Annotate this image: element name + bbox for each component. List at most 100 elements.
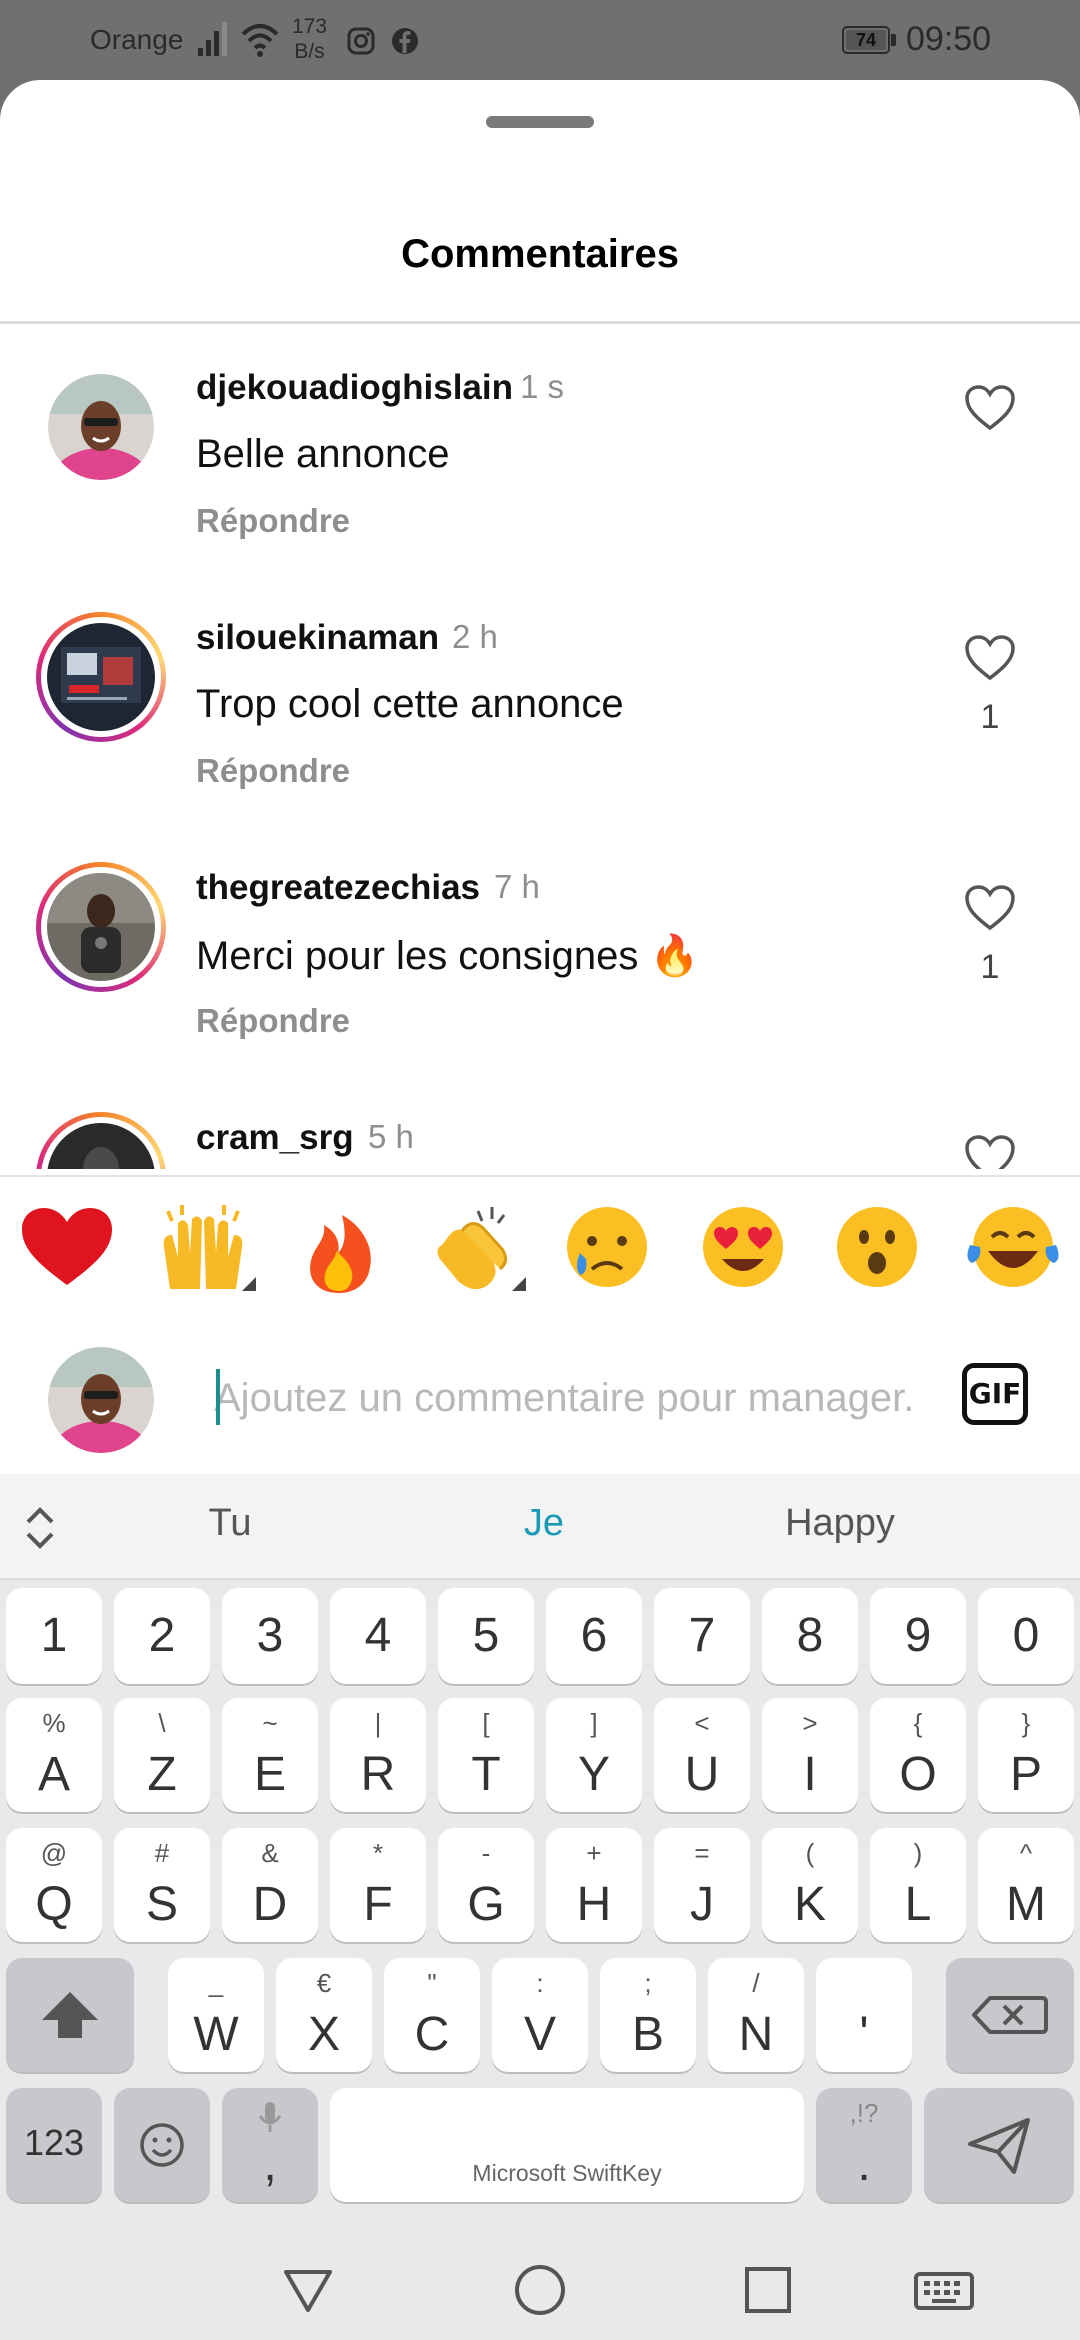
key-k[interactable]: (K (762, 1828, 858, 1942)
suggestion-2[interactable]: Je (424, 1502, 664, 1545)
keyboard-hide-icon[interactable] (912, 2260, 976, 2320)
key-6[interactable]: 6 (546, 1588, 642, 1684)
send-key[interactable] (924, 2088, 1074, 2202)
expand-toolbar-icon[interactable] (20, 1504, 60, 1552)
key-x[interactable]: € X (276, 1958, 372, 2072)
heart-eyes-emoji-icon[interactable] (688, 1197, 798, 1297)
heart-icon[interactable] (964, 634, 1016, 682)
comment-time: 2 h (452, 618, 498, 655)
key-y[interactable]: ] Y (546, 1698, 642, 1812)
key-j[interactable]: = J (654, 1828, 750, 1942)
key-h[interactable]: + H (546, 1828, 642, 1942)
comment-text: Belle annonce (196, 432, 450, 476)
drag-handle[interactable] (486, 116, 594, 128)
key-m[interactable]: ^ M (978, 1828, 1074, 1942)
tears-of-joy-emoji-icon[interactable] (958, 1197, 1068, 1297)
comment-list[interactable]: djekouadioghislain 1 s Belle annonce Rép… (0, 324, 1080, 1169)
facebook-icon (392, 28, 418, 54)
key-l[interactable]: ) L (870, 1828, 966, 1942)
comment-time: 7 h (494, 868, 540, 905)
key-r[interactable]: | R (330, 1698, 426, 1812)
comment-username[interactable]: cram_srg (196, 1118, 354, 1158)
key-d[interactable]: & D (222, 1828, 318, 1942)
key-w[interactable]: _ W (168, 1958, 264, 2072)
space-key[interactable]: Microsoft SwiftKey (330, 2088, 804, 2202)
key-n[interactable]: / N (708, 1958, 804, 2072)
sheet-title: Commentaires (401, 232, 679, 276)
comment-input[interactable] (214, 1367, 914, 1429)
key-2[interactable]: 2 (114, 1588, 210, 1684)
current-user-avatar (48, 1347, 154, 1453)
key-1[interactable]: 1 (6, 1588, 102, 1684)
raising-hands-emoji-icon[interactable] (148, 1197, 258, 1297)
key-t[interactable]: [T (438, 1698, 534, 1812)
key-0[interactable]: 0 (978, 1588, 1074, 1684)
key-z[interactable]: \ Z (114, 1698, 210, 1812)
comment-item: djekouadioghislain 1 s Belle annonce Rép… (0, 324, 1080, 574)
key-c[interactable]: " C (384, 1958, 480, 2072)
key-s[interactable]: # S (114, 1828, 210, 1942)
avatar[interactable] (36, 612, 166, 742)
reply-button[interactable]: Répondre (196, 502, 350, 540)
suggestion-3[interactable]: Happy (720, 1502, 960, 1545)
period-key[interactable]: ,!? . (816, 2088, 912, 2202)
emoji-quick-bar (0, 1175, 1080, 1321)
network-speed: 173 B/s (292, 15, 328, 63)
key-p[interactable]: } P (978, 1698, 1074, 1812)
key-u[interactable]: < U (654, 1698, 750, 1812)
wifi-icon (241, 24, 279, 57)
key-8[interactable]: 8 (762, 1588, 858, 1684)
instagram-icon (347, 27, 375, 55)
comment-item: cram_srg 5 h (0, 1074, 1080, 1169)
signal-icon (198, 22, 227, 56)
key-o[interactable]: {O (870, 1698, 966, 1812)
heart-icon[interactable] (964, 884, 1016, 932)
key-apostrophe[interactable]: ' (816, 1958, 912, 2072)
key-i[interactable]: > I (762, 1698, 858, 1812)
key-7[interactable]: 7 (654, 1588, 750, 1684)
suggestion-1[interactable]: Tu (110, 1502, 350, 1545)
emoji-key[interactable] (114, 2088, 210, 2202)
comment-item: silouekinaman 2 h Trop cool cette annonc… (0, 574, 1080, 824)
key-q[interactable]: @ Q (6, 1828, 102, 1942)
reply-button[interactable]: Répondre (196, 1002, 350, 1040)
crying-face-emoji-icon[interactable] (552, 1197, 662, 1297)
send-icon (968, 2118, 1030, 2174)
key-e[interactable]: ~ E (222, 1698, 318, 1812)
reply-button[interactable]: Répondre (196, 752, 350, 790)
key-4[interactable]: 4 (330, 1588, 426, 1684)
avatar[interactable] (36, 862, 166, 992)
key-9[interactable]: 9 (870, 1588, 966, 1684)
avatar[interactable] (36, 1112, 166, 1169)
key-f[interactable]: * F (330, 1828, 426, 1942)
symbols-key[interactable]: 123 (6, 2088, 102, 2202)
backspace-key[interactable] (946, 1958, 1074, 2072)
clapping-hands-emoji-icon[interactable] (418, 1197, 528, 1297)
keyboard: Tu Je Happy 1 2 3 4 5 6 7 8 9 0 % A \ Z ~ E… (0, 1474, 1080, 2242)
shift-key[interactable] (6, 1958, 134, 2072)
home-icon[interactable] (510, 2260, 570, 2320)
comma-key[interactable]: , (222, 2088, 318, 2202)
gif-button[interactable]: GIF (962, 1363, 1028, 1425)
heart-icon[interactable] (964, 384, 1016, 432)
heart-emoji-icon[interactable] (12, 1197, 122, 1297)
backspace-icon (972, 1996, 1048, 2034)
surprised-face-emoji-icon[interactable] (822, 1197, 932, 1297)
key-3[interactable]: 3 (222, 1588, 318, 1684)
back-icon[interactable] (278, 2260, 338, 2320)
comment-compose-row: GIF (0, 1319, 1080, 1474)
heart-icon[interactable] (964, 1134, 1016, 1169)
key-5[interactable]: 5 (438, 1588, 534, 1684)
fire-emoji-icon[interactable] (284, 1197, 394, 1297)
comment-username[interactable]: silouekinaman (196, 618, 439, 658)
avatar[interactable] (48, 374, 154, 480)
battery-indicator: 74 (842, 26, 898, 56)
key-v[interactable]: :V (492, 1958, 588, 2072)
key-a[interactable]: % A (6, 1698, 102, 1812)
comment-username[interactable]: thegreatezechias (196, 868, 480, 908)
key-g[interactable]: -G (438, 1828, 534, 1942)
key-b[interactable]: ; B (600, 1958, 696, 2072)
recents-icon[interactable] (738, 2260, 798, 2320)
clock: 09:50 (906, 20, 992, 58)
comment-username[interactable]: djekouadioghislain (196, 368, 513, 408)
